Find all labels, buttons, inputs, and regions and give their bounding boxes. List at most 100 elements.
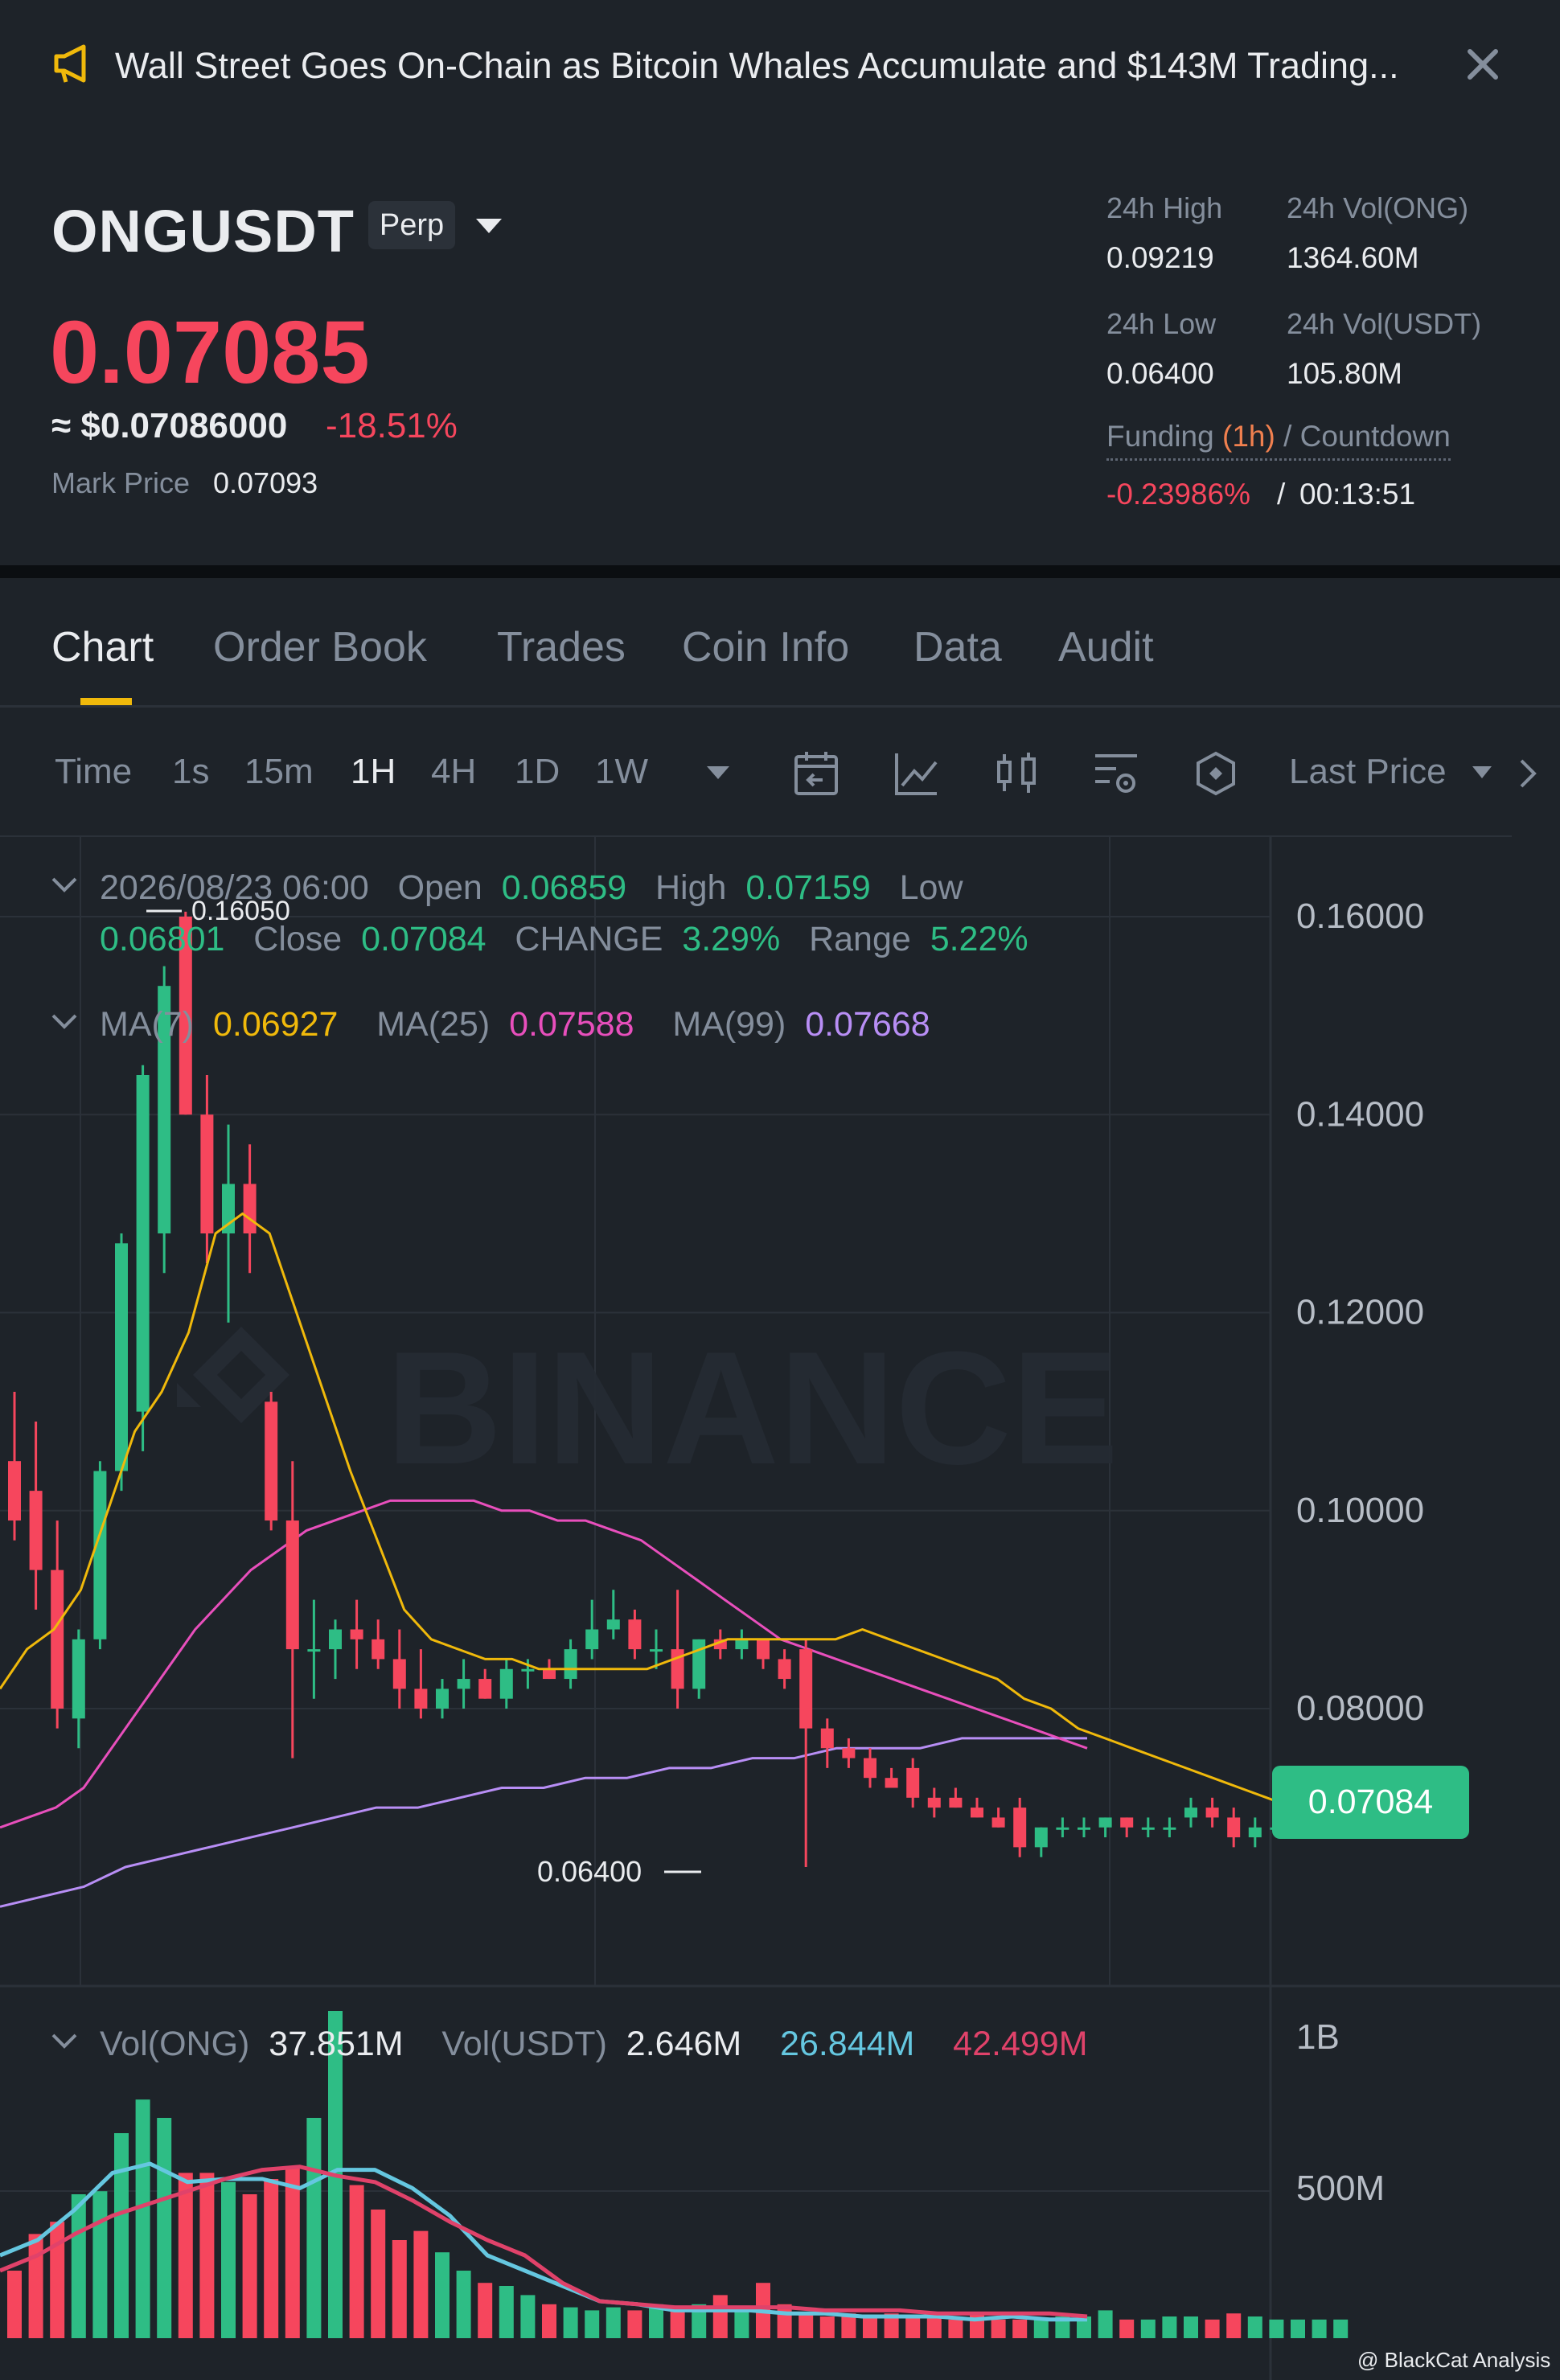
interval-1s[interactable]: 1s [172,752,209,792]
candle-body [971,1808,983,1818]
active-tab-indicator [80,698,132,705]
interval-15m[interactable]: 15m [244,752,314,792]
volume-bar [1205,2319,1220,2338]
volume-bar [905,2316,921,2338]
funding-countdown-label[interactable]: Funding (1h) / Countdown [1106,420,1451,461]
vol-ong-value-chart: 37.851M [269,2025,404,2063]
interval-4h[interactable]: 4H [431,752,476,792]
symbol-dropdown-icon[interactable] [473,215,505,236]
candle-body [628,1619,642,1650]
price-tick-label: 0.14000 [1296,1094,1424,1134]
mark-price-label: Mark Price [51,466,191,499]
volume-bar [92,2191,108,2338]
candle-body [1205,1808,1219,1818]
candle-body [372,1639,385,1660]
vol-usdt-label-chart: Vol(USDT) [441,2025,607,2063]
symbol-name[interactable]: ONGUSDT [51,197,355,265]
candle-body [329,1629,342,1650]
low-label-ohlc: Low [899,868,963,907]
attribution-text: @ BlackCat Analysis [1357,2348,1551,2372]
funding-interval: (1h) [1222,420,1275,453]
ohlc-row-1: 2026/08/23 06:00 Open 0.06859 High 0.071… [100,868,963,908]
announcement-bar[interactable]: Wall Street Goes On-Chain as Bitcoin Wha… [0,0,1560,137]
indicator-icon[interactable] [893,749,941,798]
volume-bar [1247,2316,1262,2338]
close-icon[interactable] [1465,47,1500,82]
candle-body [1098,1817,1112,1828]
drawing-settings-icon[interactable] [1092,749,1140,798]
tab-order-book[interactable]: Order Book [213,623,427,671]
ma-collapse-icon[interactable] [50,1012,79,1032]
calendar-icon[interactable] [792,749,840,798]
candle-body [1120,1817,1134,1828]
volume-bar [1098,2310,1113,2338]
dropdown-icon[interactable] [704,764,732,782]
candle-body [1141,1827,1155,1830]
volume-bar [520,2295,536,2338]
close-value: 0.07084 [361,920,486,958]
volume-bar [242,2194,257,2338]
volume-bar [306,2118,322,2338]
tab-audit[interactable]: Audit [1058,623,1154,671]
tab-data[interactable]: Data [913,623,1002,671]
candle-settings-icon[interactable] [992,749,1041,798]
volume-bar [1184,2316,1198,2338]
volume-collapse-icon[interactable] [50,2031,79,2052]
volume-row: Vol(ONG) 37.851M Vol(USDT) 2.646M 26.844… [100,2025,1088,2064]
candle-body [1227,1817,1241,1838]
volume-bar [712,2295,728,2338]
ma99-value: 0.07668 [805,1005,930,1044]
volume-bar [1312,2319,1327,2338]
price-tick-label: 0.16000 [1296,897,1424,936]
price-chart[interactable]: BINANCE 0.16000 0.14000 0.12000 0.10000 0.08… [0,832,1560,2380]
range-label: Range [809,920,911,958]
ma7-polyline [0,1212,1429,1819]
candle-body [757,1639,770,1660]
interval-1w[interactable]: 1W [595,752,648,792]
candle-body [799,1649,813,1729]
chart-grid [0,835,1560,2380]
candle-body [1184,1808,1197,1818]
tab-chart[interactable]: Chart [51,623,154,671]
volume-bar [1291,2319,1305,2338]
current-price-badge: 0.07084 [1272,1766,1469,1839]
candle-body [436,1689,449,1709]
volume-bar [1012,2319,1028,2338]
announcement-text[interactable]: Wall Street Goes On-Chain as Bitcoin Wha… [115,45,1399,87]
volume-bar [71,2194,86,2338]
vol-ong-label-chart: Vol(ONG) [100,2025,250,2063]
volume-bar [478,2283,493,2338]
funding-separator: / [1277,478,1286,511]
ma7-value: 0.06927 [212,1005,339,1044]
interval-time[interactable]: Time [55,752,132,792]
low-marker: 0.06400 [537,1855,701,1888]
open-value: 0.06859 [501,868,627,907]
candle-body [1248,1827,1262,1838]
funding-label: Funding [1106,420,1214,453]
vol-ma2-value: 42.499M [953,2025,1088,2063]
candle-body [93,1471,107,1639]
volume-bar [135,2099,150,2338]
tab-trades[interactable]: Trades [497,623,626,671]
candle-body [200,1114,214,1233]
ma-row: MA(7) 0.06927 MA(25) 0.07588 MA(99) 0.07… [100,1005,930,1044]
volume-bar [349,2185,364,2338]
mark-price-value: 0.07093 [213,466,318,499]
ohlc-collapse-icon[interactable] [50,875,79,896]
volume-bar [670,2310,685,2338]
candle-body [927,1797,941,1808]
shape-icon[interactable] [1192,749,1240,798]
tab-coin-info[interactable]: Coin Info [682,623,849,671]
ma99-label: MA(99) [672,1005,786,1044]
volume-bar [991,2319,1006,2338]
candle-body [564,1649,577,1680]
ma7-line [0,1212,1429,1819]
volume-bar [819,2316,835,2338]
price-type-select[interactable]: Last Price [1289,752,1447,792]
price-type-dropdown-icon[interactable] [1470,764,1494,782]
volume-bar [114,2133,129,2338]
interval-1d[interactable]: 1D [515,752,560,792]
chevron-right-icon[interactable] [1517,756,1541,791]
volume-axis: 1B 500M [1296,2017,1385,2208]
interval-1h[interactable]: 1H [351,752,396,792]
